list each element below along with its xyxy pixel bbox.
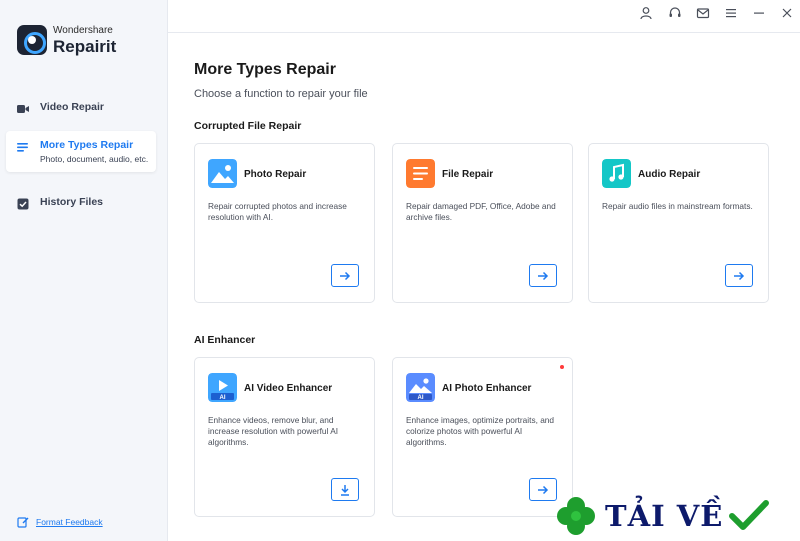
repairit-logo-icon bbox=[17, 25, 47, 55]
list-icon bbox=[17, 143, 28, 152]
ai-video-icon: AI bbox=[208, 373, 237, 402]
music-note-icon bbox=[602, 159, 631, 188]
ai-photo-icon: AI bbox=[406, 373, 435, 402]
card-description: Enhance videos, remove blur, and increas… bbox=[208, 415, 339, 447]
card-audio-repair[interactable]: Audio Repair Repair audio files in mains… bbox=[588, 143, 769, 303]
card-photo-repair[interactable]: Photo Repair Repair corrupted photos and… bbox=[194, 143, 375, 303]
checkmark-icon bbox=[729, 499, 770, 530]
clover-icon bbox=[557, 496, 595, 535]
card-file-repair[interactable]: File Repair Repair damaged PDF, Office, … bbox=[392, 143, 573, 303]
card-title: File Repair bbox=[442, 169, 494, 180]
sidebar-item-history-files[interactable]: History Files bbox=[6, 188, 156, 219]
watermark: TẢI VỀ bbox=[553, 490, 800, 541]
mail-icon[interactable] bbox=[696, 6, 710, 20]
card-title: AI Video Enhancer bbox=[244, 383, 333, 394]
arrow-right-icon bbox=[538, 485, 549, 494]
file-repair-go-button[interactable] bbox=[529, 264, 557, 287]
logo-brand: Wondershare bbox=[53, 24, 113, 36]
title-bar bbox=[168, 0, 800, 33]
card-description: Enhance images, optimize portraits, and … bbox=[406, 415, 555, 447]
card-ai-photo-enhancer[interactable]: AI AI Photo Enhancer Enhance images, opt… bbox=[392, 357, 573, 517]
section-title-ai-enhancer: AI Enhancer bbox=[194, 334, 256, 346]
arrow-right-icon bbox=[340, 271, 351, 280]
app-logo: Wondershare Repairit bbox=[17, 25, 116, 55]
format-feedback-label: Format Feedback bbox=[36, 517, 103, 527]
section-title-corrupted-file-repair: Corrupted File Repair bbox=[194, 120, 302, 132]
headset-icon[interactable] bbox=[668, 6, 682, 20]
sidebar-item-sublabel: Photo, document, audio, etc. bbox=[40, 154, 149, 164]
arrow-right-icon bbox=[734, 271, 745, 280]
sidebar-item-label: More Types Repair bbox=[40, 139, 134, 151]
card-title: Photo Repair bbox=[244, 169, 307, 180]
watermark-text: TẢI VỀ bbox=[605, 498, 724, 533]
menu-icon[interactable] bbox=[724, 6, 738, 20]
sidebar-item-video-repair[interactable]: Video Repair bbox=[6, 93, 156, 124]
close-icon[interactable] bbox=[780, 6, 794, 20]
format-feedback-link[interactable]: Format Feedback bbox=[17, 516, 103, 528]
card-description: Repair audio files in mainstream formats… bbox=[602, 201, 753, 211]
card-description: Repair damaged PDF, Office, Adobe and ar… bbox=[406, 201, 556, 222]
page-subtitle: Choose a function to repair your file bbox=[194, 88, 368, 100]
card-title: Audio Repair bbox=[638, 169, 701, 180]
photo-icon bbox=[208, 159, 237, 188]
sidebar: Wondershare Repairit Video Repair More T… bbox=[0, 0, 168, 541]
svg-text:AI: AI bbox=[418, 395, 424, 401]
page-title: More Types Repair bbox=[194, 61, 336, 78]
minimize-icon[interactable] bbox=[752, 6, 766, 20]
video-camera-icon bbox=[17, 105, 29, 113]
logo-product: Repairit bbox=[53, 36, 117, 56]
audio-repair-go-button[interactable] bbox=[725, 264, 753, 287]
new-badge-dot bbox=[560, 365, 564, 369]
user-icon[interactable] bbox=[639, 6, 653, 20]
sidebar-item-label: History Files bbox=[40, 196, 104, 208]
card-description: Repair corrupted photos and increase res… bbox=[208, 201, 347, 222]
ai-video-enhancer-download-button[interactable] bbox=[331, 478, 359, 501]
svg-text:AI: AI bbox=[220, 395, 226, 401]
file-icon bbox=[406, 159, 435, 188]
download-icon bbox=[341, 484, 349, 496]
card-title: AI Photo Enhancer bbox=[442, 383, 532, 394]
edit-icon bbox=[17, 517, 29, 528]
arrow-right-icon bbox=[538, 271, 549, 280]
sidebar-item-more-types-repair[interactable]: More Types Repair Photo, document, audio… bbox=[6, 131, 156, 172]
photo-repair-go-button[interactable] bbox=[331, 264, 359, 287]
card-ai-video-enhancer[interactable]: AI AI Video Enhancer Enhance videos, rem… bbox=[194, 357, 375, 517]
sidebar-item-label: Video Repair bbox=[40, 101, 104, 113]
history-check-icon bbox=[17, 198, 29, 210]
main-content: More Types Repair Choose a function to r… bbox=[168, 34, 800, 541]
